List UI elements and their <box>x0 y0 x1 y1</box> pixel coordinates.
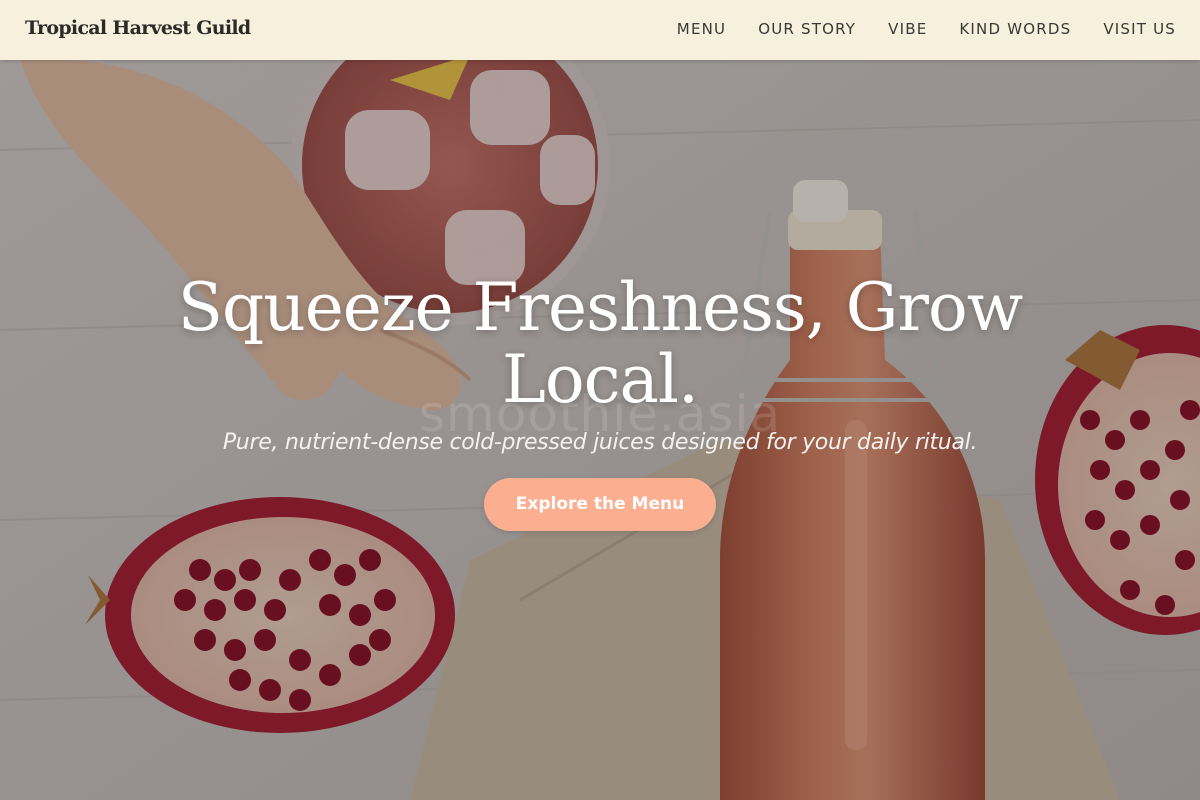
nav-link-visit-us[interactable]: VISIT US <box>1103 20 1176 38</box>
brand-logo[interactable]: Tropical Harvest Guild <box>25 17 251 39</box>
explore-menu-button[interactable]: Explore the Menu <box>484 478 716 531</box>
hero-title: Squeeze Freshness, Grow Local. <box>177 269 1023 418</box>
nav-links: MENU OUR STORY VIBE KIND WORDS VISIT US <box>677 20 1176 38</box>
hero-section: Squeeze Freshness, Grow Local. Pure, nut… <box>150 272 1050 531</box>
hero-subtitle: Pure, nutrient-dense cold-pressed juices… <box>222 430 978 455</box>
top-navigation-bar: Tropical Harvest Guild MENU OUR STORY VI… <box>0 0 1200 60</box>
nav-link-menu[interactable]: MENU <box>677 20 726 38</box>
nav-link-vibe[interactable]: VIBE <box>888 20 927 38</box>
nav-link-our-story[interactable]: OUR STORY <box>758 20 856 38</box>
landing-page: Tropical Harvest Guild MENU OUR STORY VI… <box>0 0 1200 800</box>
nav-link-kind-words[interactable]: KIND WORDS <box>959 20 1071 38</box>
